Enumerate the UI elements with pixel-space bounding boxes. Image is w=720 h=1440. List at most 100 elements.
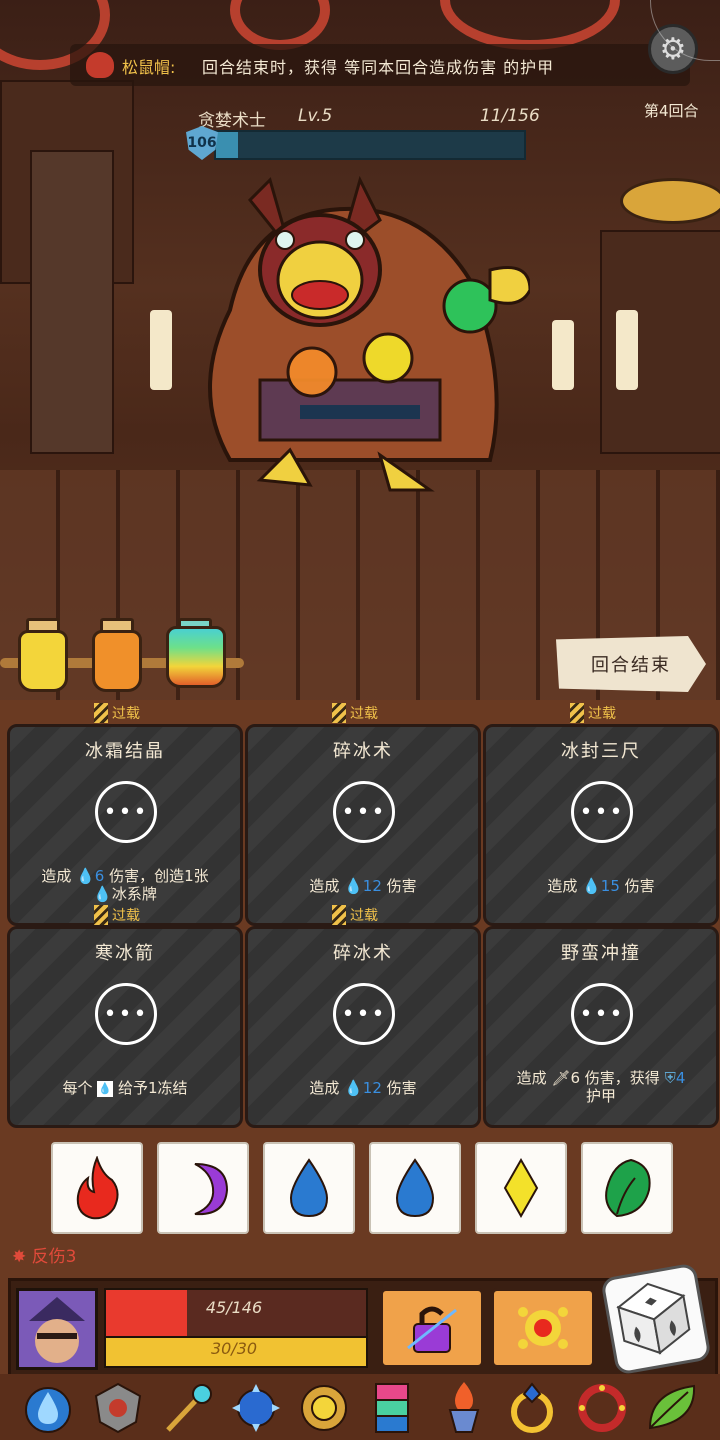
overload-label: 过载 [112, 908, 140, 924]
water-drop-icon: 💧 [344, 1079, 363, 1097]
lightning-icon [503, 1158, 539, 1218]
water-die[interactable] [369, 1142, 461, 1234]
torch-relic-icon[interactable] [436, 1380, 492, 1436]
dice-icon [616, 1282, 691, 1355]
fire-die[interactable] [51, 1142, 143, 1234]
shield-relic-icon[interactable] [90, 1380, 146, 1436]
overload-tag: 过载 [570, 703, 616, 723]
end-turn-button[interactable]: 回合结束 [556, 636, 706, 692]
water-drop-icon: 💧 [582, 877, 601, 895]
overload-label: 过载 [350, 706, 378, 722]
card-title: 野蛮冲撞 [561, 943, 641, 964]
thorns-icon: ✸ [12, 1247, 27, 1267]
desc-text: 每个 [62, 1079, 93, 1097]
damage-value: 6 [94, 867, 105, 885]
water-die[interactable] [263, 1142, 355, 1234]
player-avatar[interactable] [16, 1288, 98, 1370]
water-drop-icon: 💧 [344, 877, 363, 895]
tentacle-decor [230, 0, 330, 50]
moon-die[interactable] [157, 1142, 249, 1234]
armor-value: 4 [675, 1069, 686, 1087]
water-drop-icon: 💧 [93, 885, 112, 903]
enemy-monster[interactable] [190, 160, 530, 500]
skill-card[interactable]: 过载 寒冰箭 ••• 每个 💧 给予1冻结 [7, 905, 243, 1128]
tentacle-decor [440, 0, 620, 50]
yellow-potion-icon[interactable] [18, 630, 68, 692]
leaf-icon [605, 1158, 651, 1218]
buff-description: 回合结束时，获得 等同本回合造成伤害 的护甲 [202, 58, 555, 77]
overload-label: 过载 [112, 706, 140, 722]
desc-text: 伤害，获得 [584, 1069, 660, 1087]
skill-card[interactable]: 过载 冰封三尺 ••• 造成 💧15 伤害 [483, 703, 719, 926]
moon-icon [194, 1163, 229, 1216]
dice-slot-icon[interactable]: ••• [95, 781, 157, 843]
desc-text: 冰系牌 [111, 885, 157, 903]
card-description: 每个 💧 给予1冻结 [18, 1079, 232, 1097]
desc-text: 给予1冻结 [118, 1079, 188, 1097]
card-title: 碎冰术 [333, 943, 393, 964]
sword-icon: 🗡 [551, 1069, 571, 1087]
spiked-orb-relic-icon[interactable] [228, 1380, 284, 1436]
card-description: 造成 💧15 伤害 [494, 877, 708, 895]
stone-pillar [30, 150, 114, 454]
overload-stripe-icon [570, 703, 584, 723]
wand-relic-icon[interactable] [160, 1380, 216, 1436]
damage-value: 6 [570, 1069, 580, 1087]
desc-text: 造成 [309, 877, 340, 895]
card-description: 造成 🗡6 伤害，获得 ⛨4 护甲 [494, 1069, 708, 1105]
overload-tag: 过载 [94, 703, 140, 723]
skill-card[interactable]: 野蛮冲撞 ••• 造成 🗡6 伤害，获得 ⛨4 护甲 [483, 926, 719, 1128]
lock-reroll-ability[interactable] [380, 1288, 484, 1368]
fire-icon [76, 1156, 119, 1220]
card-title: 寒冰箭 [95, 943, 155, 964]
desc-text: 造成 [516, 1069, 547, 1087]
orange-potion-icon[interactable] [92, 630, 142, 692]
explosion-ability[interactable] [491, 1288, 595, 1368]
overload-tag: 过载 [332, 905, 378, 925]
card-title: 冰霜结晶 [85, 741, 165, 762]
roll-dice-button[interactable] [600, 1262, 712, 1376]
desc-text: 伤害 [624, 877, 655, 895]
skill-card[interactable]: 过载 碎冰术 ••• 造成 💧12 伤害 [245, 703, 481, 926]
skill-card[interactable]: 过载 冰霜结晶 ••• 造成 💧6 伤害，创造1张 💧冰系牌 [7, 703, 243, 926]
dice-slot-icon[interactable]: ••• [571, 983, 633, 1045]
overload-stripe-icon [332, 703, 346, 723]
dice-slot-icon[interactable]: ••• [95, 983, 157, 1045]
desc-text: 造成 [41, 867, 72, 885]
desc-text: 伤害 [386, 1079, 417, 1097]
totem-relic-icon[interactable] [364, 1380, 420, 1436]
amulet-relic-icon[interactable] [296, 1380, 352, 1436]
explosion-icon [518, 1307, 568, 1349]
rainbow-potion-icon[interactable] [166, 626, 226, 688]
desc-text: 造成 [309, 1079, 340, 1097]
card-title: 碎冰术 [333, 741, 393, 762]
water-drop-icon: 💧 [76, 867, 95, 885]
ring-relic-icon[interactable] [504, 1380, 560, 1436]
bracelet-relic-icon[interactable] [574, 1380, 630, 1436]
desc-text: 伤害 [386, 877, 417, 895]
overload-tag: 过载 [332, 703, 378, 723]
damage-value: 15 [600, 877, 620, 895]
thorns-label: 反伤3 [31, 1247, 77, 1267]
shield-icon: ⛨ [664, 1069, 676, 1087]
leaf-relic-icon[interactable] [644, 1380, 700, 1436]
candle [552, 320, 574, 390]
wizard-portrait-icon [19, 1291, 95, 1367]
leaf-die[interactable] [581, 1142, 673, 1234]
water-drop-relic-icon[interactable] [20, 1380, 76, 1436]
dice-slot-icon[interactable]: ••• [333, 781, 395, 843]
lightning-die[interactable] [475, 1142, 567, 1234]
dice-slot-icon[interactable]: ••• [333, 983, 395, 1045]
dice-slot-icon[interactable]: ••• [571, 781, 633, 843]
player-energy-text: 30/30 [210, 1339, 258, 1358]
damage-value: 12 [362, 1079, 382, 1097]
skill-card[interactable]: 过载 碎冰术 ••• 造成 💧12 伤害 [245, 905, 481, 1128]
gold-brazier [620, 178, 720, 224]
overload-tag: 过载 [94, 905, 140, 925]
enemy-level: Lv.5 [298, 106, 333, 126]
potion-shelf [0, 612, 244, 696]
card-description: 造成 💧12 伤害 [256, 877, 470, 895]
enemy-hp-text: 11/156 [480, 106, 540, 126]
enemy-hp-bar [214, 130, 526, 160]
damage-value: 12 [362, 877, 382, 895]
